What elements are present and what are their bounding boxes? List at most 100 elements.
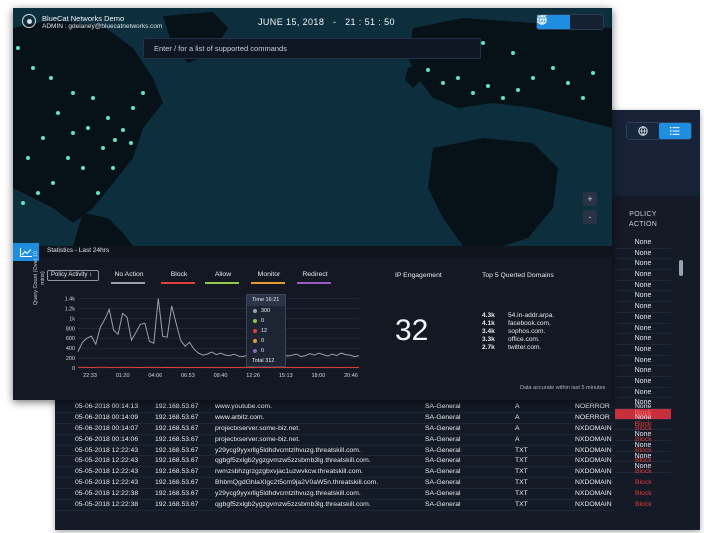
date-text: JUNE 15, 2018 — [258, 17, 325, 27]
legend-swatch — [297, 282, 331, 284]
ip-engagement-title: IP Engagement — [395, 272, 442, 279]
table-row[interactable]: 05-05-2018 12:22:38 192.168.53.67 y29ycg9y… — [55, 489, 652, 501]
log-date: 05-05-2018 12:22:43 — [75, 446, 139, 454]
query-count-chart: 0 200 400 600 800 1k 1.2k 1.4k 22:33 01:20 04:06 06… — [65, 296, 360, 379]
log-view: SA-General — [425, 403, 461, 410]
top-domain-row: 2.7k twitter.com. — [482, 343, 541, 352]
log-date: 05-06-2018 00:14:09 — [75, 413, 139, 421]
table-row[interactable]: 05-06-2018 00:14:13 192.168.53.67 www.yout… — [55, 402, 651, 413]
y-tick-label: 1.2k — [65, 306, 76, 312]
legend-swatch — [205, 282, 239, 284]
table-row[interactable]: 05-05-2018 12:22:43 192.168.53.67 qgbgf5zx… — [55, 456, 652, 468]
log-date: 05-05-2018 12:22:43 — [75, 479, 139, 487]
table-row[interactable]: 05-05-2018 12:22:43 192.168.53.67 BhbmQgdG… — [55, 478, 652, 490]
table-row[interactable]: 05-05-2018 12:22:43 192.168.53.67 rwmzsbhz… — [55, 467, 652, 479]
log-domain: y29ycg9yyxrllg5ldhdvcmtzlhvuzg.threatski… — [215, 490, 361, 498]
policy-cell: None — [615, 270, 671, 281]
log-ip: 192.168.53.67 — [155, 446, 199, 454]
log-type: TXT — [515, 446, 528, 454]
log-type: A — [515, 435, 520, 443]
log-view: SA-General — [425, 457, 461, 465]
legend-block[interactable]: Block — [159, 271, 199, 278]
policy-activity-dropdown[interactable]: Policy Activity ↕ — [47, 270, 99, 281]
zoom-out-button[interactable]: - — [583, 210, 597, 224]
x-tick-label: 15:13 — [279, 373, 293, 379]
log-response: NXDOMAIN — [575, 446, 612, 454]
view-toggle[interactable] — [536, 14, 604, 30]
data-accuracy-note: Data accurate within last 5 minutes — [520, 385, 606, 391]
globe-icon[interactable] — [627, 123, 659, 139]
tooltip-row: 12 — [247, 326, 285, 336]
tooltip-row: 0 — [247, 336, 285, 346]
tooltip-row: 300 — [247, 306, 285, 316]
scrollbar-thumb[interactable] — [679, 260, 683, 276]
domain-name: twitter.com. — [508, 344, 542, 351]
table-row[interactable]: 05-06-2018 00:14:06 192.168.53.67 projectx… — [55, 435, 652, 446]
x-tick-label: 06:53 — [181, 373, 195, 379]
list-icon[interactable] — [659, 123, 691, 139]
log-view: SA-General — [425, 424, 461, 432]
domain-name: sophos.com. — [508, 328, 546, 335]
log-domain: www.arbitz.com. — [215, 413, 265, 421]
legend-swatch — [111, 282, 145, 284]
tooltip-dot — [253, 349, 257, 353]
policy-cell: None — [615, 356, 671, 367]
log-policy: Block — [635, 446, 652, 454]
policy-cell: None — [615, 366, 671, 377]
legend-swatch — [251, 282, 285, 284]
log-policy: Block — [635, 457, 652, 465]
log-domain: www.youtube.com. — [215, 403, 273, 410]
log-ip: 192.168.53.67 — [155, 424, 199, 432]
legend-monitor[interactable]: Monitor — [249, 271, 289, 278]
view-toggle-back[interactable] — [626, 122, 692, 140]
x-tick-label: 22:33 — [83, 373, 97, 379]
tooltip-dot — [253, 329, 257, 333]
current-datetime: JUNE 15, 2018 - 21 : 51 : 50 — [258, 17, 395, 27]
date-separator: - — [332, 17, 337, 27]
command-input[interactable]: Enter / for a list of supported commands — [143, 38, 481, 59]
log-policy: Block — [635, 468, 652, 476]
log-domain: y29ycg9yyxrllg5ldhdvcmtzlhvuzg.threatski… — [215, 446, 361, 454]
screenshot-stage: POLICY ACTION None None None None None None No… — [0, 0, 704, 533]
legend-allow[interactable]: Allow — [203, 271, 243, 278]
log-type: TXT — [515, 501, 528, 509]
y-tick-label: 0 — [72, 366, 75, 372]
table-row[interactable]: 05-05-2018 12:22:43 192.168.53.67 y29ycg9y… — [55, 446, 652, 457]
brand-title: BlueCat Networks Demo — [42, 14, 125, 23]
log-response: NOERROR — [575, 403, 610, 410]
chart-icon — [20, 247, 32, 257]
log-policy: None — [635, 413, 652, 421]
x-tick-label: 12:26 — [246, 373, 260, 379]
table-row[interactable]: 05-05-2018 12:22:38 192.168.53.67 qgbgf5zx… — [55, 500, 652, 511]
log-ip: 192.168.53.67 — [155, 435, 199, 443]
log-date: 05-05-2018 12:22:38 — [75, 501, 139, 509]
legend-no-action[interactable]: No Action — [109, 271, 149, 278]
policy-header-line1: POLICY — [629, 211, 657, 218]
legend-redirect[interactable]: Redirect — [295, 271, 335, 278]
log-type: TXT — [515, 457, 528, 465]
log-domain: qgbgf5zxlgb2ygzgvmzw5zzsbmb3lg.threatski… — [215, 501, 371, 509]
zoom-in-button[interactable]: + — [583, 192, 597, 206]
tooltip-value: 12 — [261, 328, 268, 334]
log-view: SA-General — [425, 468, 461, 476]
log-domain: projectxserver.some-biz.net. — [215, 435, 300, 443]
log-response: NXDOMAIN — [575, 435, 612, 443]
list-icon[interactable] — [537, 15, 603, 29]
tooltip-value: 0 — [261, 318, 265, 324]
table-row[interactable]: 05-06-2018 00:14:09 192.168.53.67 www.arbi… — [55, 413, 651, 424]
policy-cell: None — [615, 291, 671, 303]
tooltip-time: Time 16:21 — [247, 295, 285, 306]
log-domain: projectxserver.some-biz.net. — [215, 424, 300, 432]
log-type: A — [515, 413, 520, 421]
log-ip: 192.168.53.67 — [155, 490, 199, 498]
log-ip: 192.168.53.67 — [155, 413, 199, 421]
log-view: SA-General — [425, 446, 461, 454]
world-map[interactable]: BlueCat Networks Demo ADMIN : gdelaney@b… — [13, 8, 612, 246]
table-row[interactable]: 05-06-2018 00:14:07 192.168.53.67 projectx… — [55, 424, 652, 435]
policy-cell: None — [615, 388, 671, 399]
log-type: TXT — [515, 479, 528, 487]
tooltip-rows: 300 0 12 0 0 — [247, 306, 285, 356]
tooltip-row: 0 — [247, 346, 285, 356]
query-log-table: 05-06-2018 00:14:13 192.168.53.67 www.yout… — [55, 402, 652, 511]
log-view: SA-General — [425, 435, 461, 443]
